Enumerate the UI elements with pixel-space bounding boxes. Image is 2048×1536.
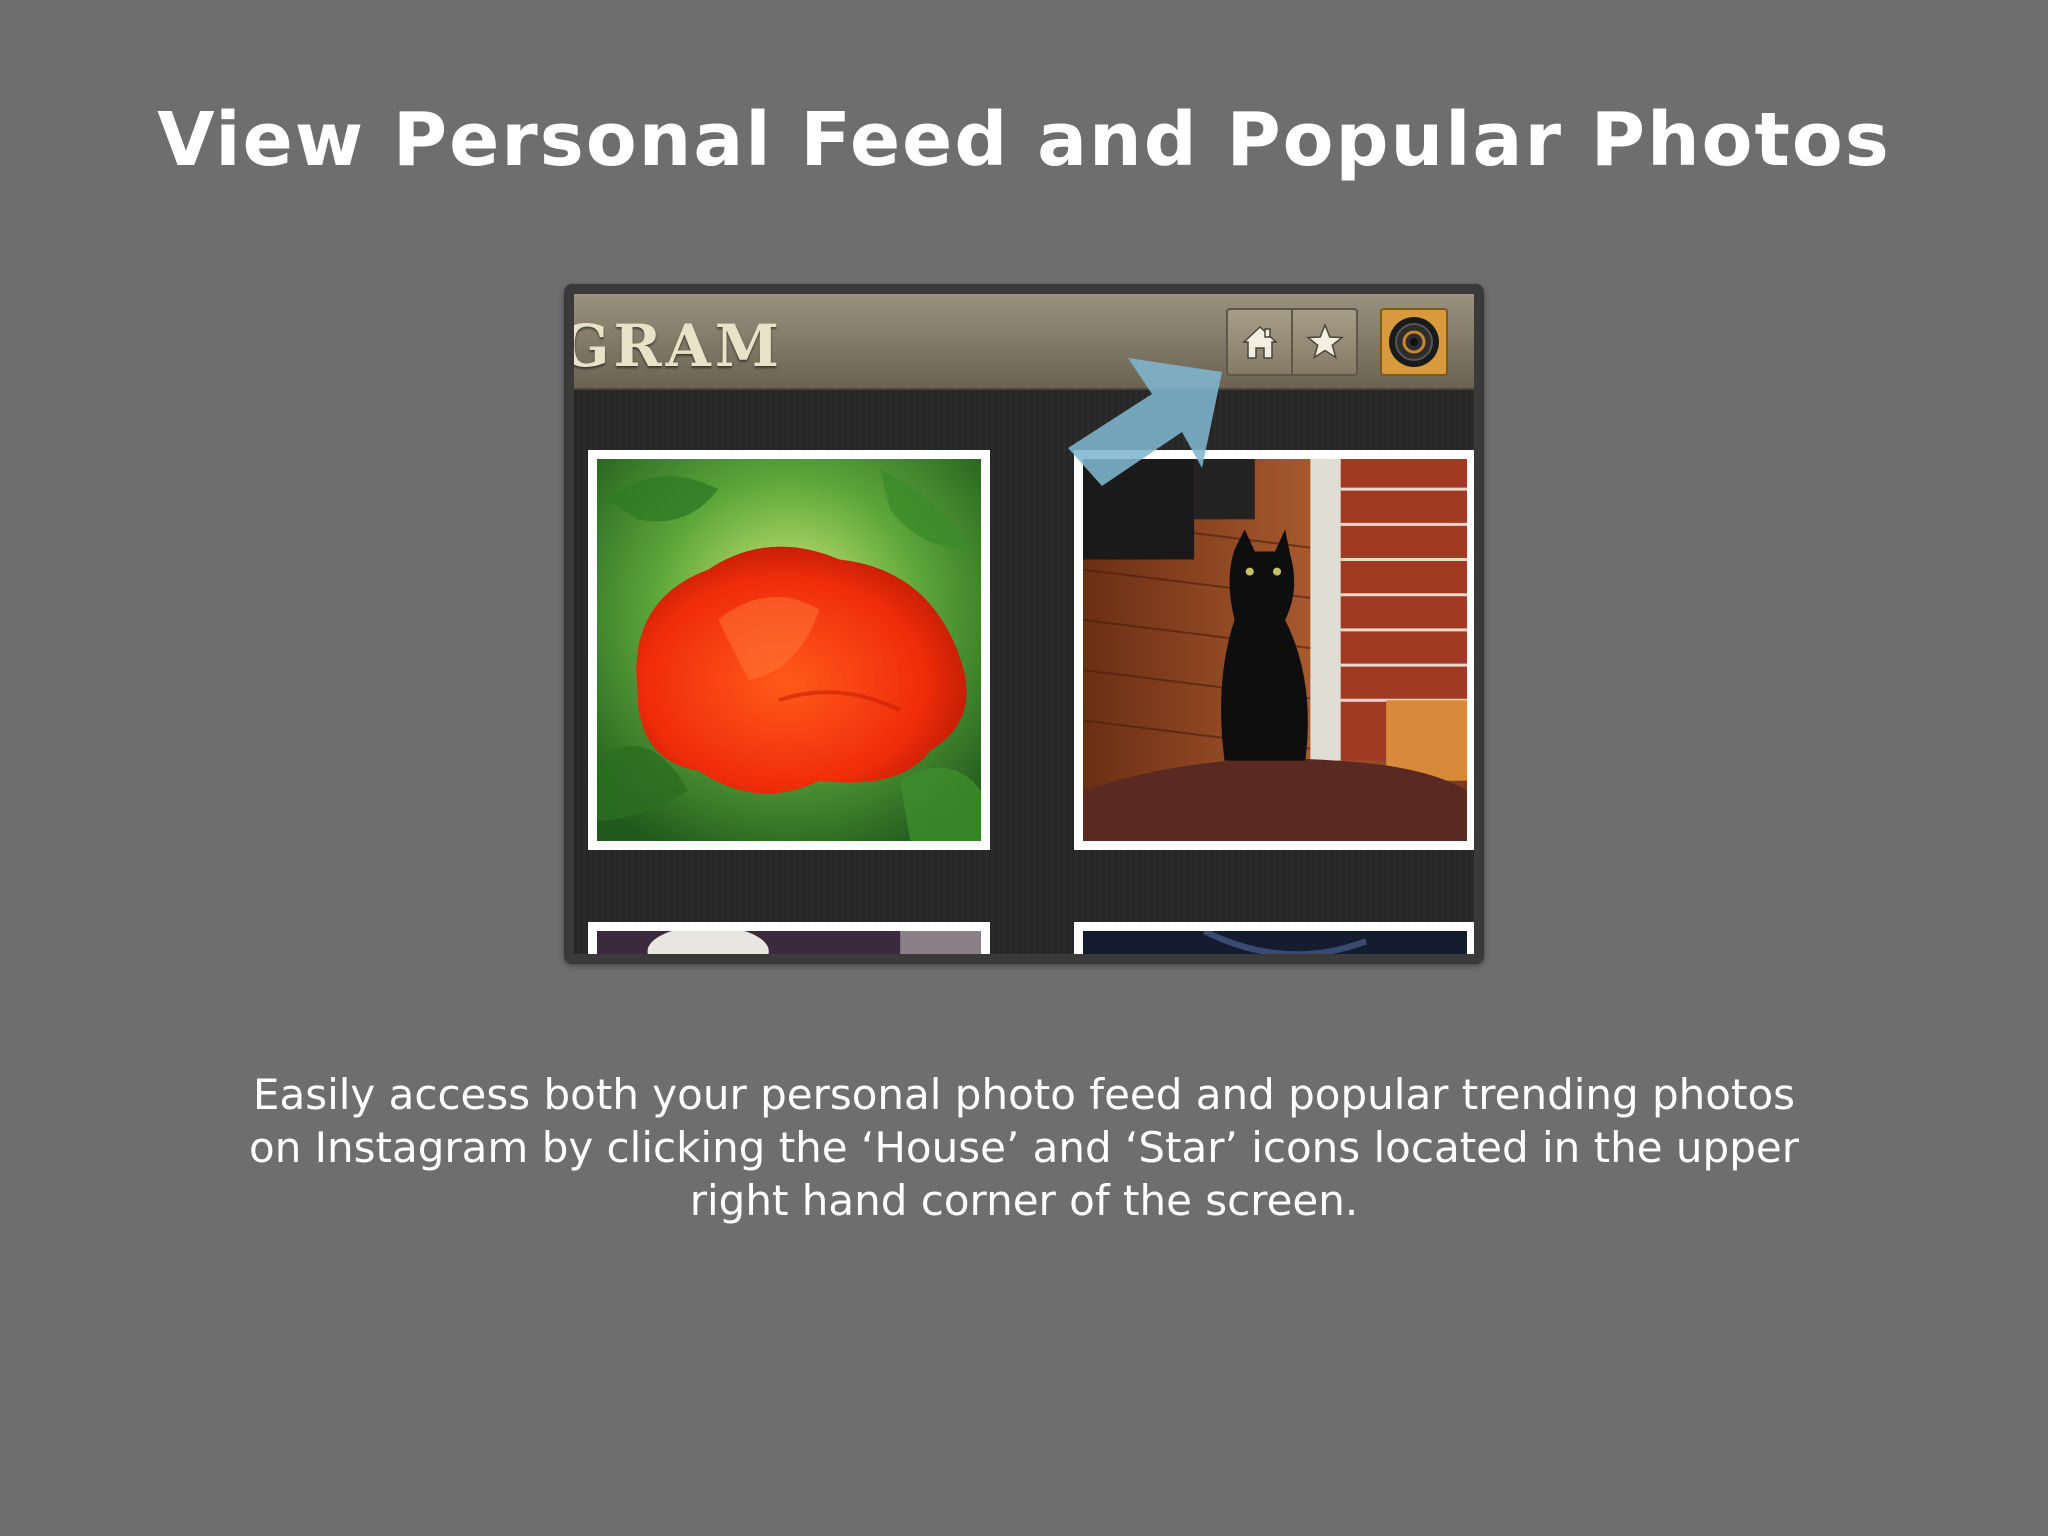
partial-photo-left — [597, 925, 981, 954]
photo-tile-poppy[interactable] — [588, 450, 990, 850]
partial-photo-right — [1083, 928, 1467, 954]
app-screenshot-frame: GRAM — [564, 284, 1484, 964]
app-brand-text: GRAM — [574, 312, 783, 380]
photo-tile-partial-right[interactable] — [1074, 922, 1474, 954]
poppy-photo — [597, 459, 981, 841]
house-button[interactable] — [1228, 310, 1291, 374]
description-caption: Easily access both your personal photo f… — [249, 1070, 1799, 1225]
star-icon — [1305, 322, 1344, 360]
cat-photo — [1082, 459, 1467, 841]
feed-toggle-group — [1226, 308, 1358, 376]
page-title: View Personal Feed and Popular Photos — [157, 97, 1891, 183]
app-top-bar: GRAM — [574, 294, 1474, 390]
star-button[interactable] — [1291, 310, 1356, 374]
camera-lens-icon — [1389, 317, 1439, 367]
photo-tile-cat[interactable] — [1074, 450, 1474, 850]
home-icon — [1241, 325, 1278, 359]
profile-button[interactable] — [1380, 308, 1448, 376]
app-screen: GRAM — [574, 294, 1474, 954]
photo-tile-partial-left[interactable] — [588, 922, 990, 954]
arrow-icon — [1068, 358, 1222, 486]
